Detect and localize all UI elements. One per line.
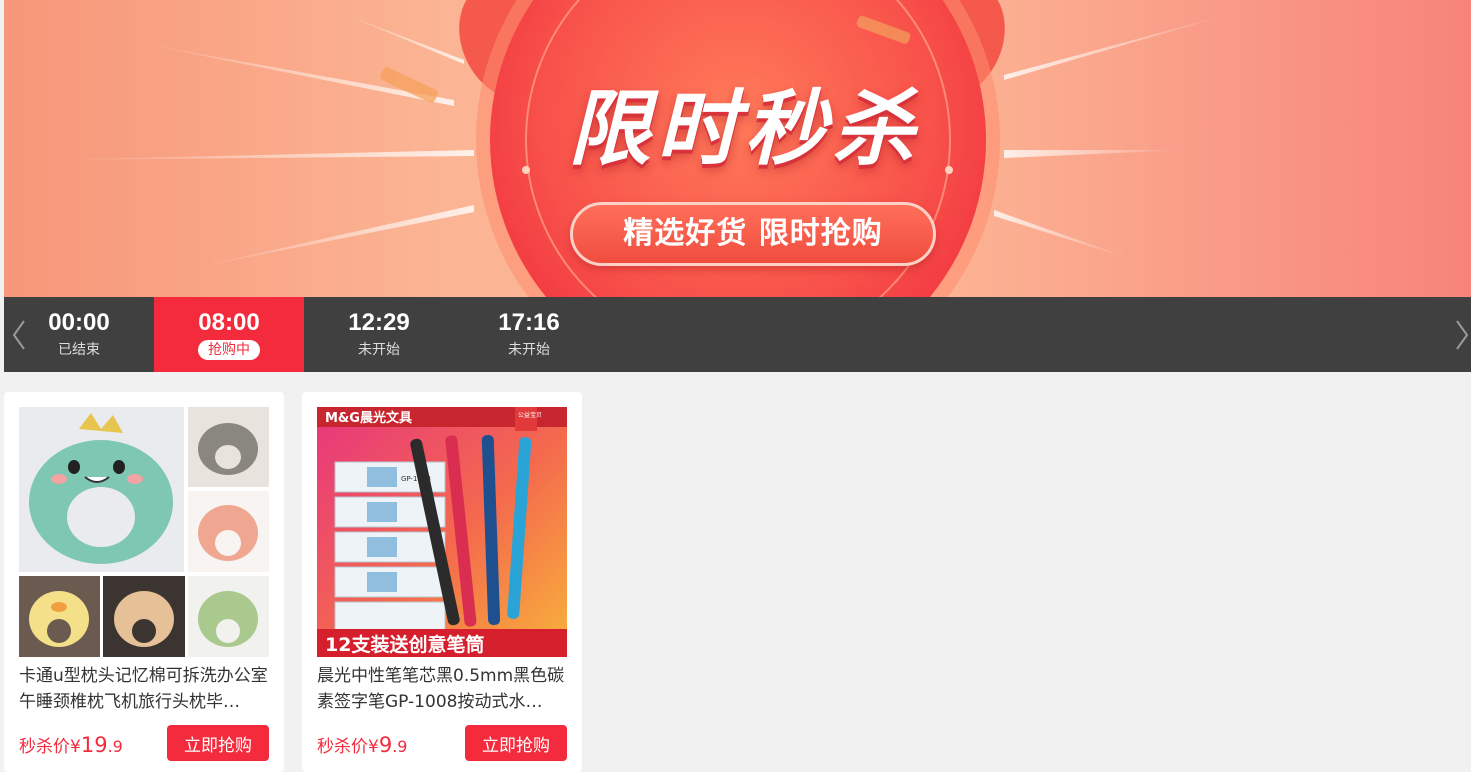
product-title[interactable]: 晨光中性笔笔芯黑0.5mm黑色碳素签字笔GP-1008按动式水… [317, 663, 569, 715]
product-card[interactable]: 卡通u型枕头记忆棉可拆洗办公室午睡颈椎枕飞机旅行头枕毕… 秒杀价¥19.9 立即… [4, 392, 284, 772]
time-slot-time: 00:00 [48, 309, 110, 336]
time-slot-status: 未开始 [508, 342, 550, 358]
flash-sale-banner[interactable]: 限时秒杀 精选好货 限时抢购 [4, 0, 1471, 297]
price-integer: 9 [378, 733, 393, 757]
product-image-brand: M&G晨光文具 [325, 410, 412, 426]
product-image-neck-pillow[interactable] [19, 407, 269, 657]
price-decimal: .9 [107, 737, 123, 756]
product-price: 秒杀价¥9.9 [317, 732, 407, 757]
time-slot-0000[interactable]: 00:00 已结束 [4, 297, 154, 372]
banner-title: 限时秒杀 [568, 82, 921, 177]
product-image-gel-pens[interactable]: M&G晨光文具 公益宝贝 GP-1008 12支装送创意笔筒 [317, 407, 567, 657]
flash-sale-time-bar: 00:00 已结束 08:00 抢购中 12:29 未开始 17:16 未开始 [4, 297, 1471, 372]
price-label: 秒杀价¥ [19, 737, 81, 757]
time-slot-time: 12:29 [348, 309, 410, 336]
time-slot-1716[interactable]: 17:16 未开始 [454, 297, 604, 372]
product-title[interactable]: 卡通u型枕头记忆棉可拆洗办公室午睡颈椎枕飞机旅行头枕毕… [19, 663, 271, 715]
price-label: 秒杀价¥ [317, 737, 379, 757]
time-slot-time: 08:00 [198, 309, 260, 336]
price-decimal: .9 [392, 737, 408, 756]
time-slot-status-badge: 抢购中 [198, 340, 260, 360]
price-integer: 19 [80, 733, 108, 757]
buy-now-button[interactable]: 立即抢购 [465, 725, 567, 761]
time-slot-status: 未开始 [358, 342, 400, 358]
product-card[interactable]: M&G晨光文具 公益宝贝 GP-1008 12支装送创意笔筒 晨光中性笔笔芯黑0… [302, 392, 582, 772]
chevron-right-icon[interactable] [1453, 315, 1471, 355]
product-image-badge: 公益宝贝 [518, 411, 542, 419]
product-image-promo: 12支装送创意笔筒 [325, 633, 484, 656]
time-slot-0800[interactable]: 08:00 抢购中 [154, 297, 304, 372]
product-price: 秒杀价¥19.9 [19, 732, 123, 757]
time-slot-1229[interactable]: 12:29 未开始 [304, 297, 454, 372]
time-slot-time: 17:16 [498, 309, 560, 336]
time-slot-status: 已结束 [58, 342, 100, 358]
buy-now-button[interactable]: 立即抢购 [167, 725, 269, 761]
banner-subtitle-pill: 精选好货 限时抢购 [570, 202, 936, 266]
